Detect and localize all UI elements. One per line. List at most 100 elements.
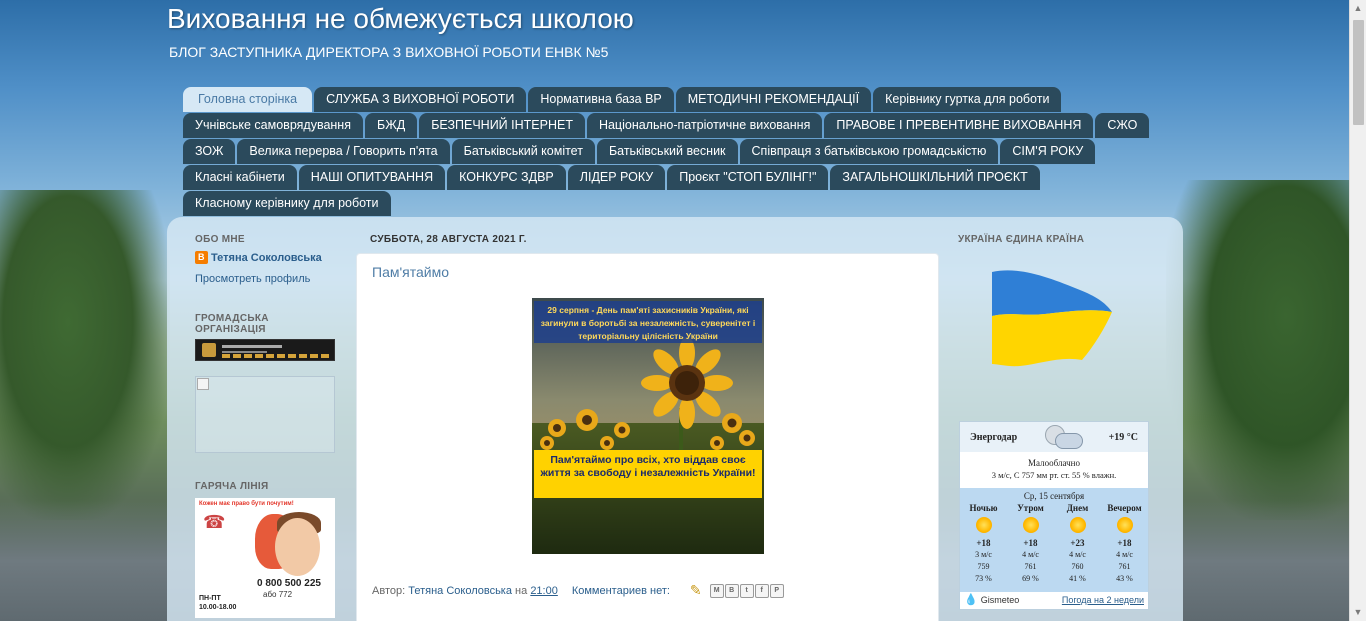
post-image-bottom-text: Пам'ятаймо про всіх, хто віддав своє жит…	[540, 454, 756, 479]
two-weeks-link[interactable]: Погода на 2 недели	[1062, 595, 1144, 605]
sidebar-right: УКРАЇНА ЄДИНА КРАЇНА	[958, 234, 1158, 245]
sun-icon	[1022, 517, 1039, 533]
hotline-title: ГАРЯЧА ЛІНІЯ	[195, 481, 269, 492]
scrollbar-thumb[interactable]	[1353, 20, 1364, 125]
child-face-icon	[275, 518, 320, 576]
comments-link[interactable]: Комментариев нет:	[572, 585, 670, 597]
ukraine-title: УКРАЇНА ЄДИНА КРАЇНА	[958, 234, 1085, 245]
share-email-icon[interactable]: M	[709, 583, 724, 598]
share-blog-icon[interactable]: B	[724, 583, 739, 598]
org-banner[interactable]	[195, 339, 335, 361]
tab-row: Учнівське самоврядування БЖД БЕЗПЕЧНИЙ І…	[183, 113, 1150, 139]
weather-city: Энергодар	[970, 431, 1018, 443]
tab-parent-news[interactable]: Батьківський весник	[596, 139, 738, 164]
post: Пам'ятаймо 29 серпня - День пам'яті захи…	[356, 253, 939, 621]
weather-condition: Малооблачно	[1028, 458, 1080, 468]
hotline-tagline: Кожен має право бути почутим!	[199, 501, 294, 507]
tab-normative[interactable]: Нормативна база ВР	[528, 87, 674, 112]
tab-legal[interactable]: ПРАВОВЕ І ПРЕВЕНТИВНЕ ВИХОВАННЯ	[824, 113, 1094, 138]
forecast-column: Днем +23 4 м/с 760 41 %	[1066, 503, 1089, 583]
tab-patriotic[interactable]: Національно-патріотичне виховання	[586, 113, 823, 138]
tab-parent-cooperation[interactable]: Співпраця з батьківською громадськістю	[739, 139, 999, 164]
tab-row: Класному керівнику для роботи	[183, 191, 1063, 217]
tab-methodical[interactable]: МЕТОДИЧНІ РЕКОМЕНДАЦІЇ	[675, 87, 872, 112]
tab-classrooms[interactable]: Класні кабінети	[183, 165, 297, 190]
background-trees-left	[0, 190, 170, 520]
org-title: ГРОМАДСЬКА ОРГАНІЗАЦІЯ	[195, 313, 269, 335]
site-title[interactable]: Виховання не обмежується школою	[167, 3, 634, 35]
tab-bzhd[interactable]: БЖД	[364, 113, 418, 138]
broken-image-icon	[197, 378, 209, 390]
gismeteo-brand[interactable]: 💧 Gismeteo	[964, 593, 1019, 606]
author-label: Автор:	[372, 584, 406, 597]
tab-parent-committee[interactable]: Батьківський комітет	[451, 139, 595, 164]
share-facebook-icon[interactable]: f	[754, 583, 769, 598]
share-twitter-icon[interactable]: t	[739, 583, 754, 598]
scroll-down-icon[interactable]: ▼	[1350, 604, 1366, 621]
tab-home[interactable]: Головна сторінка	[183, 87, 313, 112]
tab-surveys[interactable]: НАШІ ОПИТУВАННЯ	[298, 165, 446, 190]
ukraine-flag-image	[990, 268, 1115, 368]
forecast-columns: Ночью +18 3 м/с 759 73 % Утром +18 4 м/с…	[960, 503, 1148, 585]
sun-icon	[1116, 517, 1133, 533]
org-logo-icon	[202, 343, 216, 357]
forecast-column: Ночью +18 3 м/с 759 73 %	[969, 503, 998, 583]
tab-contest[interactable]: КОНКУРС ЗДВР	[447, 165, 566, 190]
weather-forecast: Ср, 15 сентября Ночью +18 3 м/с 759 73 %…	[960, 488, 1148, 592]
at-label: на	[515, 584, 528, 597]
sidebar-left: ОБО МНЕ Тетяна Соколовська Просмотреть п…	[195, 234, 337, 618]
post-image-top-text: 29 серпня - День пам'яті захисників Укра…	[540, 305, 756, 341]
page-scrollbar[interactable]: ▲ ▼	[1349, 0, 1366, 621]
tab-row: ЗОЖ Велика перерва / Говорить п'ята Бать…	[183, 139, 1096, 165]
tab-row: Класні кабінети НАШІ ОПИТУВАННЯ КОНКУРС …	[183, 165, 1063, 191]
tab-club-leader[interactable]: Керівнику гуртка для роботи	[873, 87, 1062, 112]
share-buttons: M B t f P	[709, 583, 785, 598]
post-time-link[interactable]: 21:00	[530, 585, 558, 597]
cloud-moon-icon	[1041, 423, 1085, 451]
view-profile-link[interactable]: Просмотреть профиль	[195, 273, 337, 285]
tab-row: Головна сторінка СЛУЖБА З ВИХОВНОЇ РОБОТ…	[183, 87, 1063, 113]
tab-service[interactable]: СЛУЖБА З ВИХОВНОЇ РОБОТИ	[314, 87, 527, 112]
forecast-column: Утром +18 4 м/с 761 69 %	[1017, 503, 1044, 583]
hotline-logo-icon: ☎	[203, 512, 226, 532]
post-image[interactable]: 29 серпня - День пам'яті захисників Укра…	[532, 298, 764, 554]
gismeteo-drop-icon: 💧	[964, 594, 978, 606]
author-link[interactable]: Тетяна Соколовська	[408, 585, 512, 597]
tab-self-government[interactable]: Учнівське самоврядування	[183, 113, 363, 138]
broken-image[interactable]	[195, 376, 335, 453]
hotline-alt: або 772	[263, 590, 293, 599]
sun-icon	[1069, 517, 1086, 533]
share-pinterest-icon[interactable]: P	[769, 583, 784, 598]
tab-zozh[interactable]: ЗОЖ	[183, 139, 236, 164]
tab-class-teacher[interactable]: Класному керівнику для роботи	[183, 191, 391, 216]
profile-name-text[interactable]: Тетяна Соколовська	[211, 252, 322, 264]
hotline-banner[interactable]: Кожен має право бути почутим! ☎ 0 800 50…	[195, 498, 335, 618]
weather-footer: 💧 Gismeteo Погода на 2 недели	[960, 590, 1148, 609]
tab-leader[interactable]: ЛІДЕР РОКУ	[567, 165, 666, 190]
flag-icon	[992, 270, 1112, 367]
weather-widget[interactable]: Энергодар +19 °C Малооблачно 3 м/с, С 75…	[959, 421, 1149, 610]
edit-pencil-icon[interactable]: ✎	[690, 582, 702, 599]
profile-name[interactable]: Тетяна Соколовська	[195, 251, 337, 264]
tab-safe-internet[interactable]: БЕЗПЕЧНИЙ ІНТЕРНЕТ	[419, 113, 585, 138]
forecast-column: Вечером +18 4 м/с 761 43 %	[1107, 503, 1142, 583]
weather-temp: +19 °C	[1108, 431, 1138, 443]
hotline-hours: ПН-ПТ 10.00-18.00	[199, 595, 237, 611]
main-column: СУББОТА, 28 АВГУСТА 2021 Г. Пам'ятаймо 2…	[356, 234, 939, 621]
post-date: СУББОТА, 28 АВГУСТА 2021 Г.	[370, 234, 527, 245]
tab-stop-bullying[interactable]: Проєкт "СТОП БУЛІНГ!"	[667, 165, 829, 190]
post-footer: Автор: Тетяна Соколовська на 21:00 Комме…	[372, 582, 932, 599]
blogger-icon	[195, 251, 208, 264]
about-title: ОБО МНЕ	[195, 234, 245, 245]
forecast-date: Ср, 15 сентября	[1023, 491, 1085, 501]
hotline-number: 0 800 500 225	[257, 578, 321, 589]
post-title[interactable]: Пам'ятаймо	[372, 264, 449, 280]
tab-szho[interactable]: СЖО	[1095, 113, 1150, 138]
tab-big-break[interactable]: Велика перерва / Говорить п'ята	[237, 139, 450, 164]
scroll-up-icon[interactable]: ▲	[1350, 0, 1366, 17]
tab-school-project[interactable]: ЗАГАЛЬНОШКІЛЬНИЙ ПРОЄКТ	[830, 165, 1040, 190]
tab-family-of-year[interactable]: СІМ'Я РОКУ	[1000, 139, 1096, 164]
background-trees-right	[1166, 180, 1366, 520]
site-description: БЛОГ ЗАСТУПНИКА ДИРЕКТОРА З ВИХОВНОЇ РОБ…	[169, 44, 609, 60]
page-tabs: Головна сторінка СЛУЖБА З ВИХОВНОЇ РОБОТ…	[183, 87, 1150, 217]
